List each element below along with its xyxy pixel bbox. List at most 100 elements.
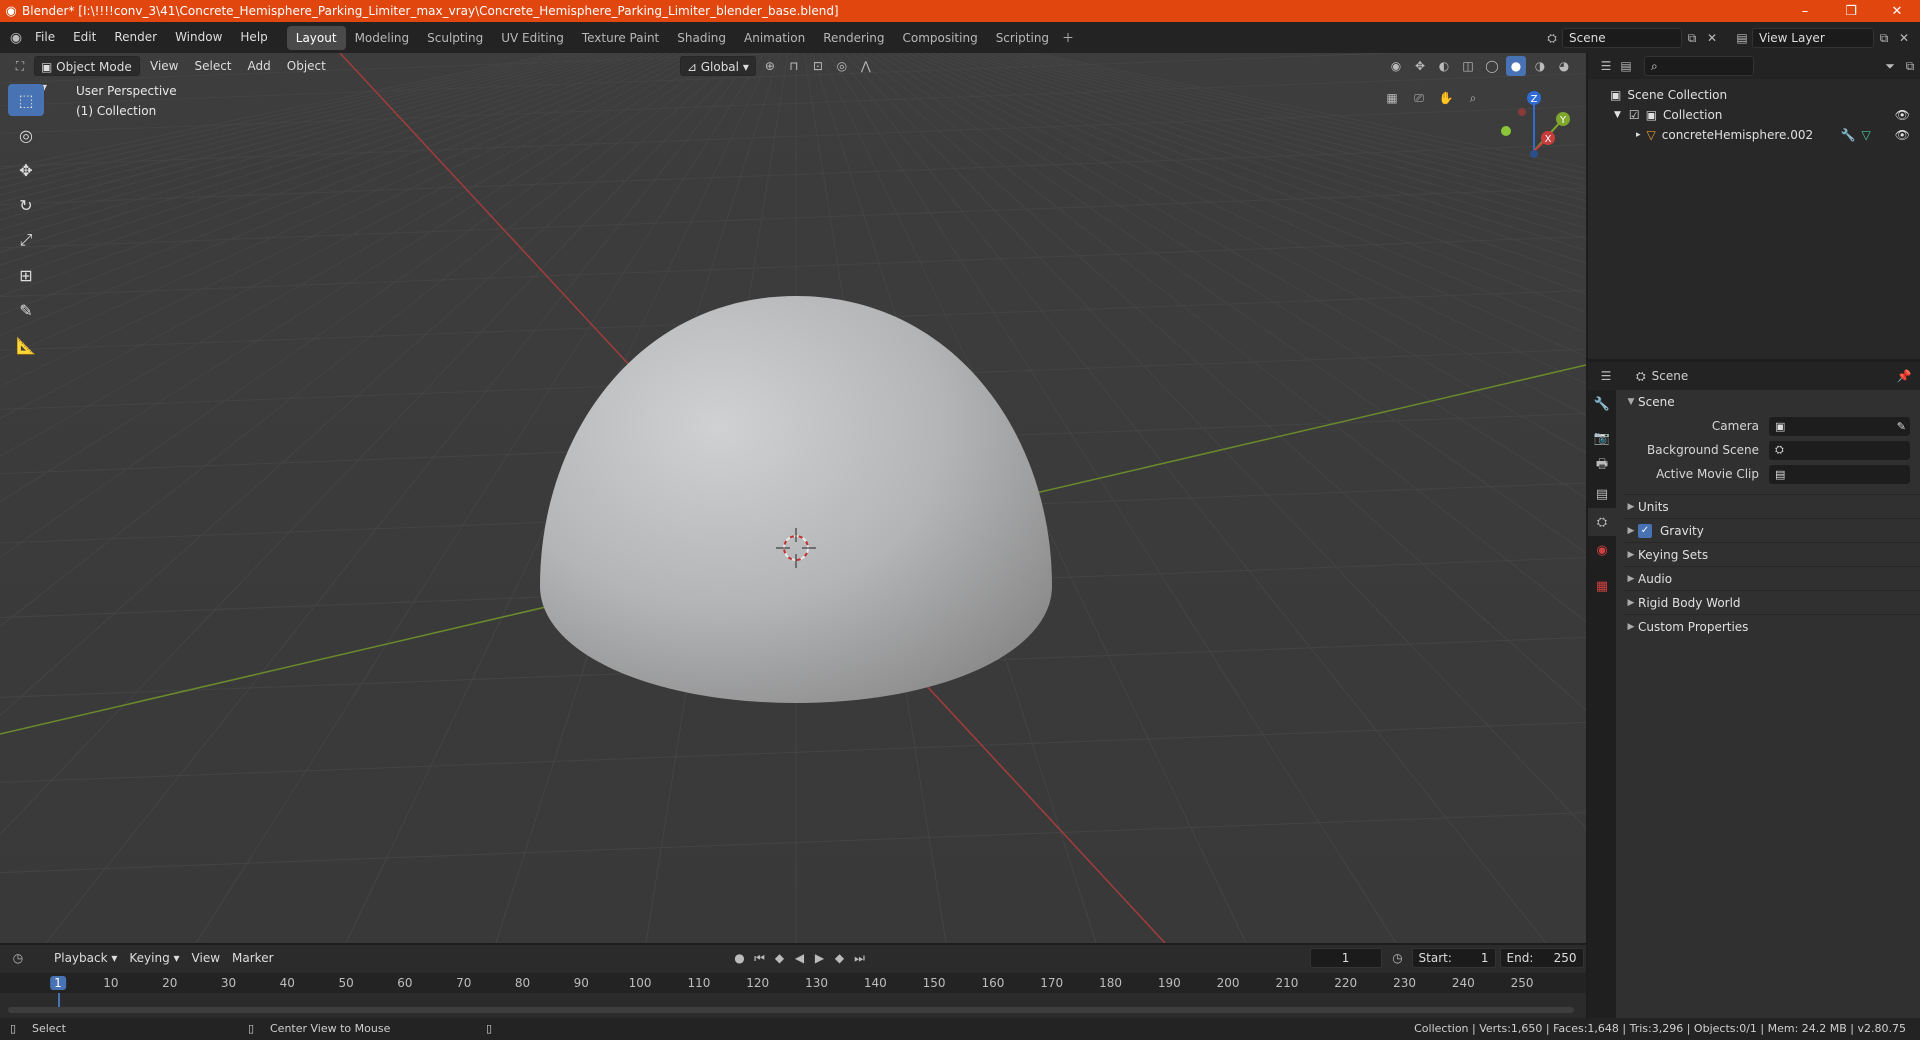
viewport-menu-select[interactable]: Select	[188, 56, 237, 76]
panel-custom-properties[interactable]: ▶ Custom Properties	[1624, 614, 1920, 638]
transform-tool-icon[interactable]: ⊞	[8, 259, 44, 291]
tab-rendering[interactable]: Rendering	[814, 26, 893, 50]
properties-editor-icon[interactable]: ☰	[1596, 366, 1616, 386]
cursor-tool-icon[interactable]: ◎	[8, 119, 44, 151]
move-tool-icon[interactable]: ✥	[8, 154, 44, 186]
timeline-scrollbar[interactable]	[8, 1007, 1574, 1013]
remove-scene-icon[interactable]: ✕	[1702, 28, 1722, 48]
panel-keying-sets[interactable]: ▶ Keying Sets	[1624, 542, 1920, 566]
solid-shading-icon[interactable]: ●	[1506, 56, 1526, 76]
tool-tab-icon[interactable]: 🔧	[1588, 390, 1616, 418]
panel-units[interactable]: ▶ Units	[1624, 494, 1920, 518]
scene-tab-icon[interactable]: ⛭	[1588, 508, 1616, 536]
menu-help[interactable]: Help	[231, 22, 276, 53]
start-frame-field[interactable]: Start: 1	[1411, 948, 1496, 968]
display-mode-icon[interactable]: ▤	[1616, 56, 1636, 76]
measure-tool-icon[interactable]: 📐	[8, 329, 44, 361]
editor-type-icon[interactable]: ⛶	[10, 56, 30, 76]
3d-viewport[interactable]: Z Y X	[0, 53, 1586, 943]
gravity-checkbox[interactable]: ✓	[1638, 523, 1652, 538]
scene-field[interactable]: Scene	[1562, 27, 1682, 48]
tab-shading[interactable]: Shading	[668, 26, 735, 50]
material-shading-icon[interactable]: ◑	[1530, 56, 1550, 76]
tab-scripting[interactable]: Scripting	[987, 26, 1058, 50]
outliner-row-collection[interactable]: ▼ ☑ ▣ Collection 👁	[1588, 105, 1920, 125]
menu-edit[interactable]: Edit	[64, 22, 105, 53]
menu-render[interactable]: Render	[105, 22, 166, 53]
close-button[interactable]: ✕	[1874, 4, 1920, 19]
view-layer-tab-icon[interactable]: ▤	[1588, 480, 1616, 508]
scene-selector-icon[interactable]: ⛭	[1542, 28, 1562, 48]
transform-orientation-selector[interactable]: ⊿ Global ▾	[679, 56, 756, 76]
viewport-menu-object[interactable]: Object	[281, 56, 332, 76]
world-tab-icon[interactable]: ◉	[1588, 536, 1616, 564]
falloff-icon[interactable]: ⋀	[856, 56, 876, 76]
rotate-tool-icon[interactable]: ↻	[8, 189, 44, 221]
panel-rigid-body-world[interactable]: ▶ Rigid Body World	[1624, 590, 1920, 614]
add-workspace-icon[interactable]: ＋	[1058, 28, 1078, 48]
render-tab-icon[interactable]: 📷	[1588, 424, 1616, 452]
select-box-tool-icon[interactable]: ⬚	[8, 84, 44, 116]
annotate-tool-icon[interactable]: ✎	[8, 294, 44, 326]
camera-view-icon[interactable]: ⎚	[1409, 88, 1429, 108]
overlays-icon[interactable]: ◐	[1434, 56, 1454, 76]
view-layer-field[interactable]: View Layer	[1752, 27, 1874, 48]
play-icon[interactable]: ▶	[810, 948, 830, 968]
gizmo-toggle-icon[interactable]: ✥	[1410, 56, 1430, 76]
tab-layout[interactable]: Layout	[286, 25, 346, 50]
expand-arrow-icon[interactable]: ▼	[1614, 110, 1621, 120]
outliner-search-input[interactable]: ⌕	[1644, 56, 1754, 76]
viewport-menu-add[interactable]: Add	[242, 56, 277, 76]
tab-compositing[interactable]: Compositing	[893, 26, 986, 50]
timeline-menu-playback[interactable]: Playback ▾	[48, 948, 123, 968]
record-icon[interactable]: ●	[730, 948, 750, 968]
eye-icon[interactable]: 👁	[1895, 108, 1910, 122]
tab-modeling[interactable]: Modeling	[346, 26, 419, 50]
snap-target-icon[interactable]: ⊡	[808, 56, 828, 76]
mode-selector[interactable]: ▣ Object Mode ▾	[34, 56, 140, 94]
panel-audio[interactable]: ▶ Audio	[1624, 566, 1920, 590]
tab-uv-editing[interactable]: UV Editing	[492, 26, 573, 50]
jump-end-icon[interactable]: ⏭	[850, 948, 870, 968]
collection-checkbox[interactable]: ☑	[1629, 108, 1640, 122]
camera-field[interactable]: ▣ ✎	[1769, 416, 1910, 436]
outliner-editor-icon[interactable]: ☰	[1596, 56, 1616, 76]
proportional-edit-icon[interactable]: ◎	[832, 56, 852, 76]
mesh-data-icon[interactable]: ▽	[1862, 128, 1871, 142]
view-layer-icon[interactable]: ▤	[1732, 28, 1752, 48]
panel-gravity[interactable]: ▶ ✓ Gravity	[1624, 518, 1920, 542]
wireframe-shading-icon[interactable]: ◯	[1482, 56, 1502, 76]
play-reverse-icon[interactable]: ◀	[790, 948, 810, 968]
tab-sculpting[interactable]: Sculpting	[418, 26, 492, 50]
timeline-menu-view[interactable]: View	[186, 948, 226, 968]
modifier-icon[interactable]: 🔧	[1841, 128, 1856, 142]
new-scene-icon[interactable]: ⧉	[1682, 28, 1702, 48]
jump-keyframe-forward-icon[interactable]: ◆	[830, 948, 850, 968]
eye-icon[interactable]: 👁	[1895, 128, 1910, 142]
jump-keyframe-back-icon[interactable]: ◆	[770, 948, 790, 968]
menu-file[interactable]: File	[26, 22, 64, 53]
outliner-row-scene-collection[interactable]: ▣ Scene Collection	[1588, 85, 1920, 105]
new-collection-icon[interactable]: ⧉	[1900, 56, 1920, 76]
current-frame-field[interactable]: 1	[1309, 948, 1382, 968]
filter-icon[interactable]: ⏷	[1880, 56, 1900, 76]
pivot-icon[interactable]: ⊕	[760, 56, 780, 76]
pin-icon[interactable]: 📌	[1894, 366, 1914, 386]
visibility-icon[interactable]: ◉	[1386, 56, 1406, 76]
panel-scene[interactable]: ▼ Scene	[1624, 390, 1920, 414]
eyedropper-icon[interactable]: ✎	[1897, 420, 1906, 433]
tab-texture-paint[interactable]: Texture Paint	[573, 26, 668, 50]
xray-icon[interactable]: ◫	[1458, 56, 1478, 76]
maximize-button[interactable]: ❐	[1828, 4, 1874, 19]
zoom-icon[interactable]: ⌕	[1463, 88, 1483, 108]
snap-icon[interactable]: ⊓	[784, 56, 804, 76]
scale-tool-icon[interactable]: ⤢	[8, 224, 44, 256]
expand-arrow-icon[interactable]: ▸	[1636, 130, 1641, 140]
jump-start-icon[interactable]: ⏮	[750, 948, 770, 968]
minimize-button[interactable]: –	[1782, 4, 1828, 19]
end-frame-field[interactable]: End: 250	[1499, 948, 1584, 968]
new-view-layer-icon[interactable]: ⧉	[1874, 28, 1894, 48]
active-movie-clip-field[interactable]: ▤	[1769, 464, 1910, 484]
timeline-menu-marker[interactable]: Marker	[226, 948, 279, 968]
remove-view-layer-icon[interactable]: ✕	[1894, 28, 1914, 48]
